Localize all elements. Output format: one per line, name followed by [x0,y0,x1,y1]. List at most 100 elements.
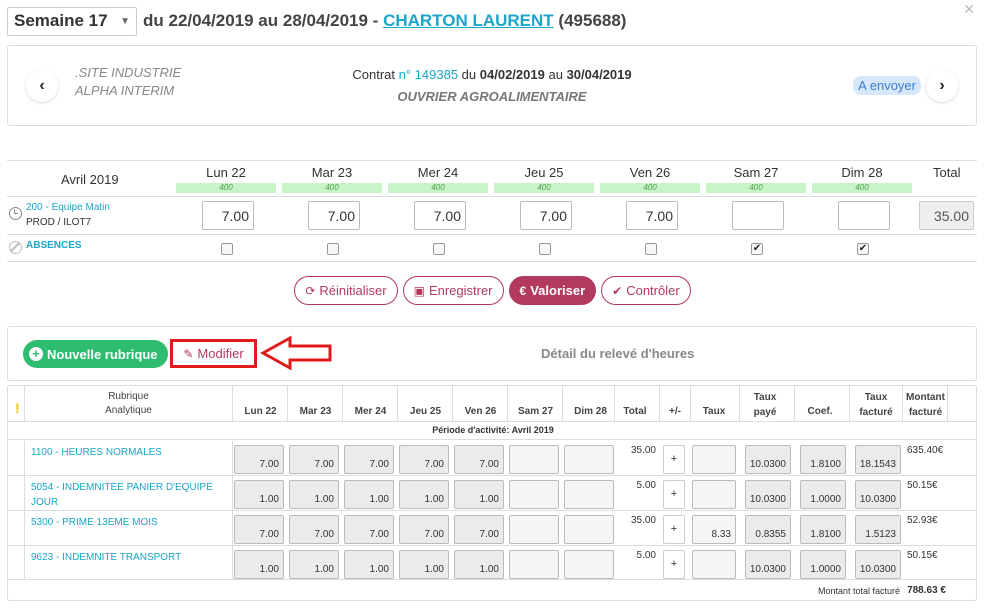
taux-facture-col-header: Taux facturé [850,390,902,420]
taux-field[interactable] [692,480,736,509]
taux-facture-field[interactable]: 1.5123 [855,515,901,544]
coef-field[interactable]: 1.0000 [800,550,846,579]
save-button[interactable]: ▣ Enregistrer [402,276,504,305]
rubrique-link[interactable]: 5054 - INDEMNITEE PANIER D'EQUIPE JOUR [31,480,226,510]
day-hours-field[interactable]: 7.00 [454,515,504,544]
absence-checkbox[interactable] [539,243,551,255]
taux-field[interactable] [692,445,736,474]
taux-paye-field[interactable]: 10.0300 [745,550,791,579]
day-hours-field[interactable]: 1.00 [234,480,284,509]
day-hours-field[interactable] [564,480,614,509]
column-divider [397,386,398,422]
hours-input[interactable]: 7.00 [308,201,360,230]
plus-button[interactable]: + [663,550,685,579]
day-code-bar: 400 [388,183,488,193]
close-icon[interactable]: ✕ [963,1,975,18]
table-footer: Montant total facturé 788.63 € [8,580,976,600]
day-hours-field[interactable]: 1.00 [344,480,394,509]
day-hours-field[interactable] [509,515,559,544]
person-name-link[interactable]: CHARTON LAURENT [383,11,554,30]
day-hours-field[interactable]: 7.00 [344,445,394,474]
day-hours-field[interactable] [564,550,614,579]
absence-checkbox[interactable]: ✔ [751,243,763,255]
plusminus-col-header: +/- [669,406,681,417]
row-total: 5.00 [636,550,656,561]
day-hours-field[interactable]: 7.00 [289,515,339,544]
day-hours-field[interactable]: 1.00 [234,550,284,579]
taux-facture-field[interactable]: 18.1543 [855,445,901,474]
valorize-button[interactable]: € Valoriser [508,276,597,305]
contract-panel: ‹ .SITE INDUSTRIE ALPHA INTERIM Contrat … [7,45,977,126]
taux-paye-line2: payé [753,407,777,418]
chevron-right-icon[interactable]: › [926,70,958,102]
hours-input[interactable]: 7.00 [626,201,678,230]
day-column-header: Dim 28 400 [812,161,912,193]
day-hours-field[interactable]: 1.00 [454,480,504,509]
new-rubrique-label: Nouvelle rubrique [47,346,158,362]
absence-checkbox[interactable] [645,243,657,255]
header-title: du 22/04/2019 au 28/04/2019 - CHARTON LA… [143,11,626,31]
day-hours-field[interactable] [564,515,614,544]
absence-checkbox[interactable] [433,243,445,255]
hours-input[interactable]: 7.00 [202,201,254,230]
day-hours-field[interactable]: 7.00 [399,445,449,474]
day-hours-field[interactable]: 1.00 [289,480,339,509]
taux-paye-field[interactable]: 0.8355 [745,515,791,544]
week-select[interactable]: Semaine 17 ▼ [7,6,137,36]
taux-paye-field[interactable]: 10.0300 [745,445,791,474]
day-column-header: Ven 26 400 [600,161,700,193]
reset-button[interactable]: ⟳ Réinitialiser [294,276,398,305]
rubrique-link[interactable]: 1100 - HEURES NORMALES [31,445,226,460]
rubrique-link[interactable]: 5300 - PRIME 13EME MOIS [31,515,226,530]
day-hours-field[interactable]: 7.00 [234,445,284,474]
plus-button[interactable]: + [663,515,685,544]
day-hours-field[interactable]: 7.00 [234,515,284,544]
coef-field[interactable]: 1.8100 [800,445,846,474]
day-hours-field[interactable]: 1.00 [344,550,394,579]
day-hours-field[interactable] [564,445,614,474]
table-header: ! Rubrique Analytique Lun 22 Mar 23 Mer 24… [8,386,976,422]
day-hours-field[interactable]: 1.00 [399,550,449,579]
day-name: Lun 22 [206,165,246,180]
absence-checkbox[interactable]: ✔ [857,243,869,255]
new-rubrique-button[interactable]: + Nouvelle rubrique [23,340,168,368]
taux-field[interactable] [692,550,736,579]
shift-link[interactable]: 200 - Equipe Matin [26,202,110,213]
warning-icon: ! [15,400,20,416]
hours-input[interactable]: 7.00 [414,201,466,230]
absence-checkbox[interactable] [221,243,233,255]
day-column-header: Sam 27 400 [706,161,806,193]
day-hours-field[interactable] [509,550,559,579]
day-hours-field[interactable]: 7.00 [344,515,394,544]
rubrique-link[interactable]: 9623 - INDEMNITE TRANSPORT [31,550,226,565]
taux-field[interactable]: 8.33 [692,515,736,544]
hours-input[interactable] [732,201,784,230]
taux-facture-field[interactable]: 10.0300 [855,480,901,509]
coef-field[interactable]: 1.8100 [800,515,846,544]
day-hours-field[interactable]: 7.00 [454,445,504,474]
control-button[interactable]: ✔ Contrôler [601,276,691,305]
coef-field[interactable]: 1.0000 [800,480,846,509]
taux-facture-field[interactable]: 10.0300 [855,550,901,579]
day-hours-field[interactable]: 1.00 [454,550,504,579]
day-hours-field[interactable]: 7.00 [289,445,339,474]
modify-button[interactable]: ✎ Modifier [170,339,257,368]
day-name: Sam 27 [733,165,779,180]
column-divider [690,386,691,422]
plus-button[interactable]: + [663,445,685,474]
refresh-icon: ⟳ [305,283,316,298]
absence-checkbox[interactable] [327,243,339,255]
plus-button[interactable]: + [663,480,685,509]
day-code-bar: 400 [812,183,912,193]
hours-input[interactable]: 7.00 [520,201,572,230]
hours-input[interactable] [838,201,890,230]
montant-line1: Montant [906,392,945,403]
contract-number: n° 149385 [398,67,459,82]
taux-paye-field[interactable]: 10.0300 [745,480,791,509]
day-hours-field[interactable]: 7.00 [399,515,449,544]
day-hours-field[interactable] [509,480,559,509]
day-hours-field[interactable]: 1.00 [399,480,449,509]
day-hours-field[interactable] [509,445,559,474]
control-label: Contrôler [626,283,680,298]
day-hours-field[interactable]: 1.00 [289,550,339,579]
